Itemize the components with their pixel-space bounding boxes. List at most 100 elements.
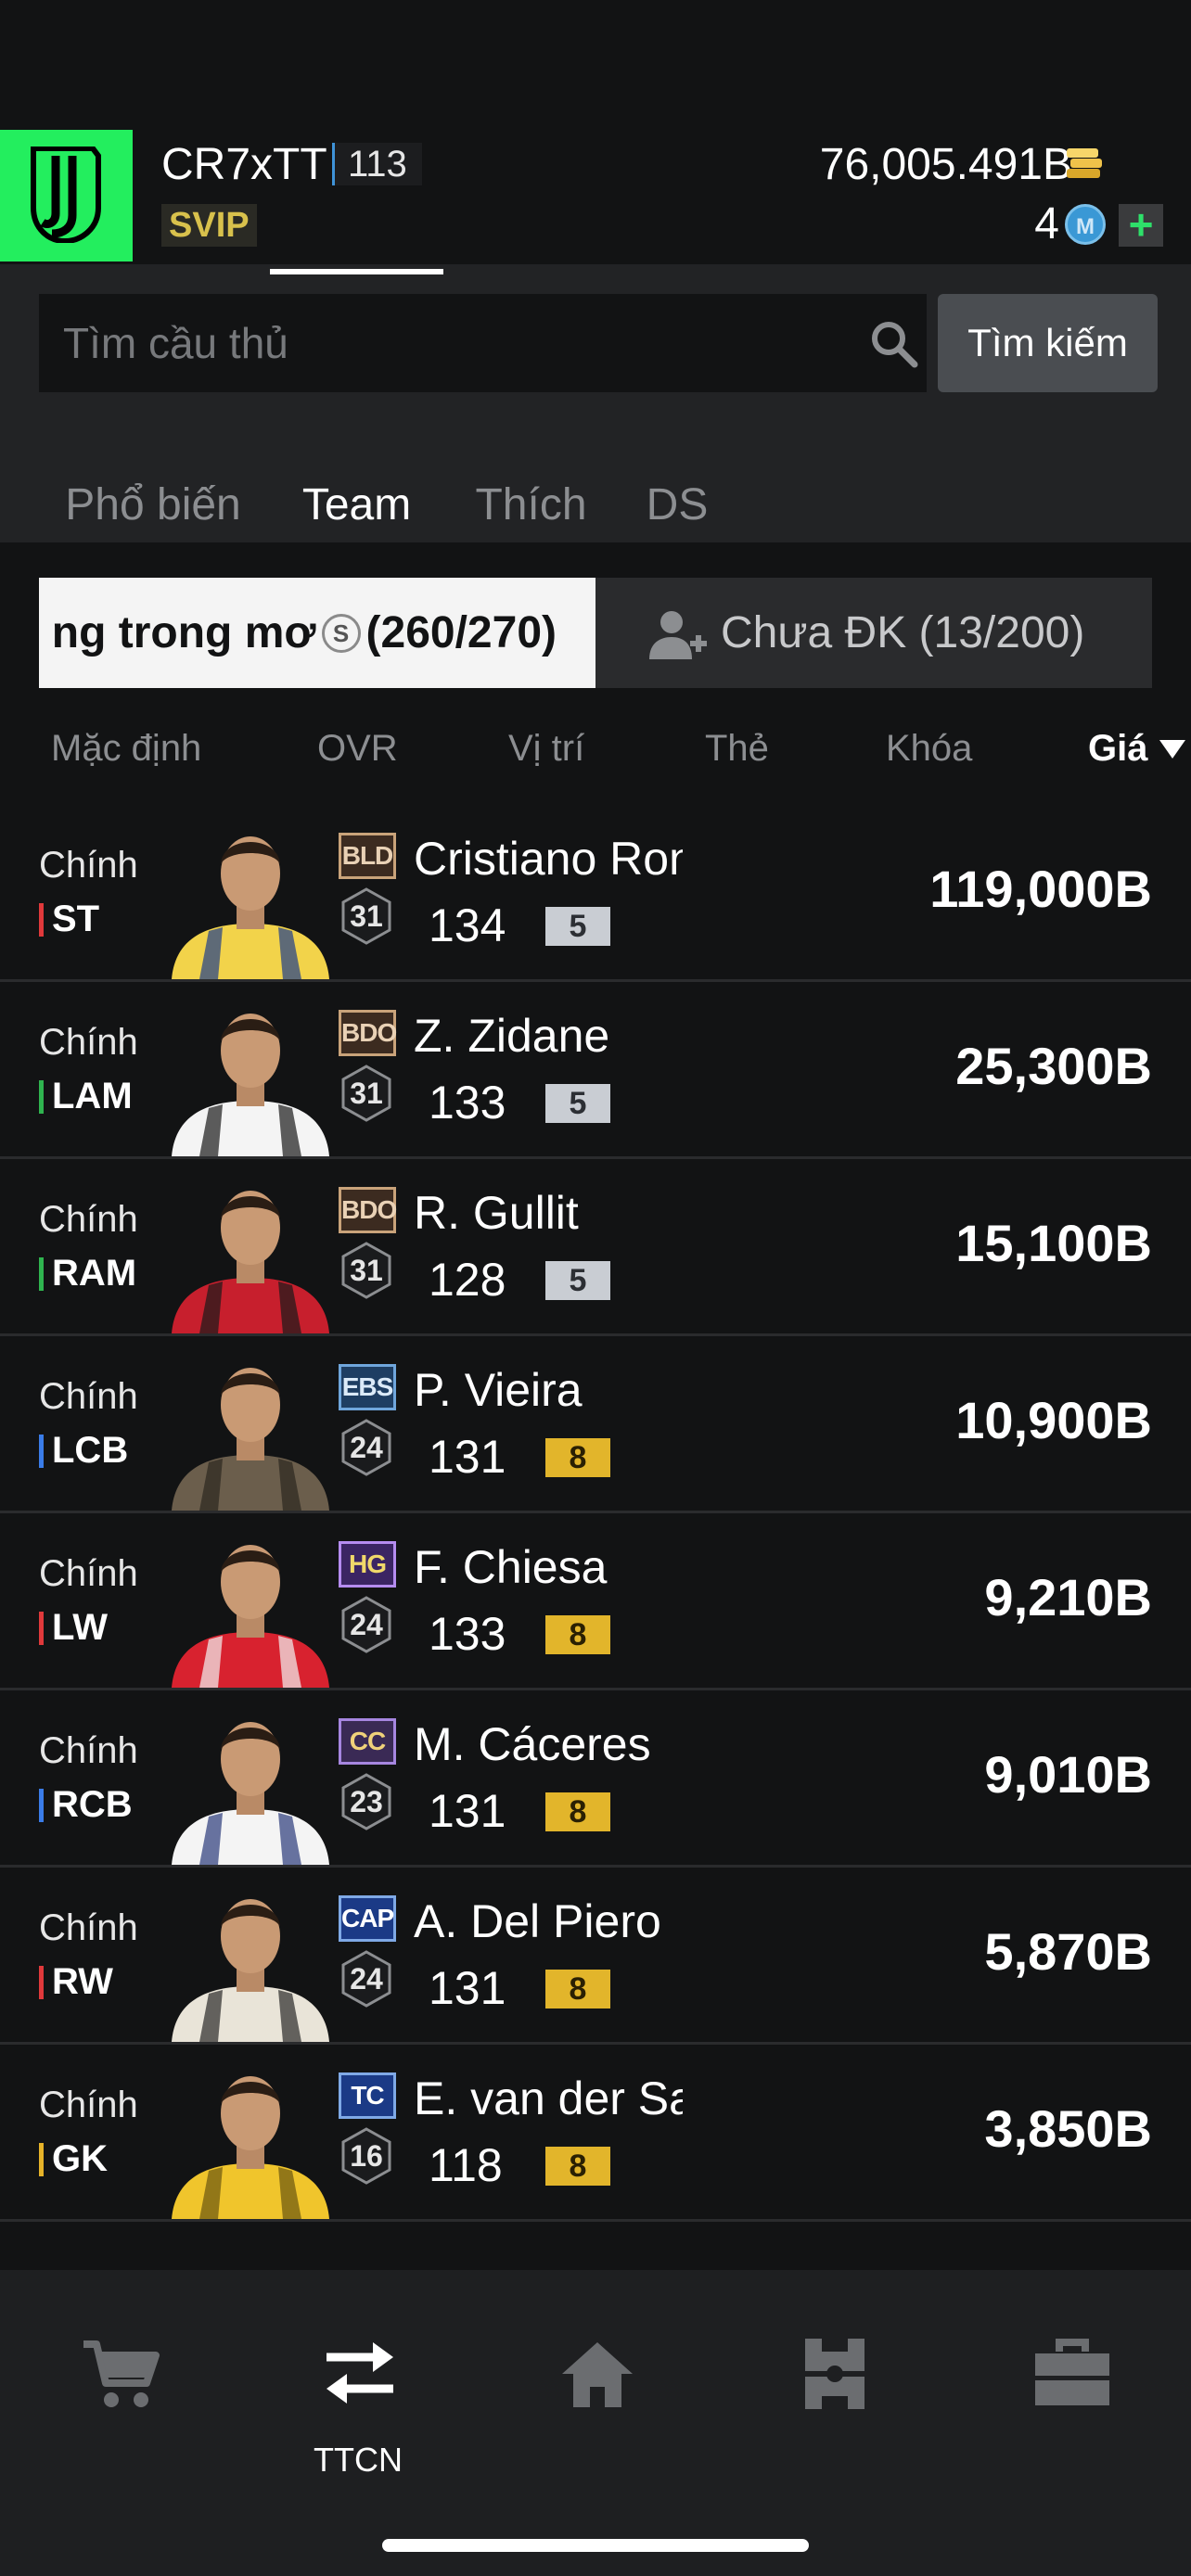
player-role: Chính <box>39 1907 138 1948</box>
player-ovr: 131 <box>429 1785 506 1837</box>
card-type-badge: CAP <box>339 1895 396 1942</box>
sort-position[interactable]: Vị trí <box>508 714 584 784</box>
active-tab-indicator <box>270 269 443 274</box>
player-row[interactable]: Chính LCB EBS 24 P. Vieira 131 8 10,900B <box>0 1336 1191 1513</box>
player-row[interactable]: Chính LW HG 24 F. Chiesa 133 8 9,210B <box>0 1513 1191 1690</box>
grade-value: 16 <box>350 2139 383 2173</box>
search-section: Tìm kiếm Phổ biến Team Thích DS <box>0 264 1191 542</box>
nav-home[interactable] <box>521 2326 670 2455</box>
player-ovr: 131 <box>429 1962 506 2014</box>
tab-team[interactable]: Team <box>270 436 443 542</box>
card-type-badge: EBS <box>339 1364 396 1410</box>
position-color-bar <box>39 1966 44 1999</box>
upgrade-level-badge: 8 <box>545 1438 610 1477</box>
player-portrait-icon <box>172 2076 329 2219</box>
player-position: RAM <box>39 1252 136 1294</box>
tab-popular[interactable]: Phổ biến <box>65 436 241 542</box>
position-color-bar <box>39 1080 44 1114</box>
player-role: Chính <box>39 1199 138 1240</box>
nav-transfer-label: TTCN <box>314 2441 403 2479</box>
player-price: 9,210B <box>984 1568 1152 1626</box>
sort-desc-icon[interactable] <box>1159 740 1185 759</box>
player-photo <box>172 993 329 1156</box>
player-row[interactable]: Chính LAM BDO 31 Z. Zidane 133 5 25,300B <box>0 982 1191 1159</box>
unregistered-chip[interactable]: Chưa ĐK (13/200) <box>596 578 1152 688</box>
sort-price[interactable]: Giá <box>1088 714 1147 784</box>
position-color-bar <box>39 1612 44 1645</box>
nav-shop[interactable] <box>45 2326 193 2455</box>
position-label: ST <box>52 899 100 939</box>
bottom-nav: TTCN <box>0 2270 1191 2576</box>
player-position: LW <box>39 1606 108 1649</box>
player-row[interactable]: Chính GK TC 16 E. van der Sar 118 8 3,85… <box>0 2045 1191 2222</box>
player-portrait-icon <box>172 1368 329 1511</box>
upgrade-level-badge: 5 <box>545 907 610 946</box>
player-position: RW <box>39 1960 113 2003</box>
tab-favorites[interactable]: Thích <box>468 436 594 542</box>
player-ovr: 133 <box>429 1608 506 1660</box>
player-row[interactable]: Chính RCB CC 23 M. Cáceres 131 8 9,010B <box>0 1690 1191 1868</box>
player-photo <box>172 1879 329 2042</box>
position-label: LAM <box>52 1076 133 1116</box>
player-ovr: 134 <box>429 899 506 951</box>
dream-team-chip[interactable]: ng trong mơ S (260/270) <box>39 578 596 688</box>
nav-club[interactable] <box>996 2326 1145 2455</box>
player-name: P. Vieira <box>414 1364 583 1416</box>
grade-value: 24 <box>350 1431 383 1464</box>
upgrade-level-badge: 8 <box>545 2147 610 2186</box>
upgrade-level-badge: 5 <box>545 1084 610 1123</box>
user-level: 113 <box>332 143 422 185</box>
club-logo[interactable] <box>0 130 133 261</box>
position-label: LCB <box>52 1430 129 1471</box>
dream-team-label: ng trong mơ <box>51 608 316 657</box>
coin-stack-icon <box>1067 148 1102 178</box>
player-row[interactable]: Chính ST BLD 31 Cristiano Ron 134 5 119,… <box>0 805 1191 982</box>
sort-default[interactable]: Mặc định <box>51 714 201 784</box>
nav-formation[interactable] <box>759 2326 907 2455</box>
player-position: ST <box>39 898 99 940</box>
grade-badge: 24 <box>339 1949 393 2009</box>
player-ovr: 133 <box>429 1077 506 1129</box>
player-photo <box>172 1170 329 1333</box>
player-portrait-icon <box>172 1722 329 1865</box>
position-label: GK <box>52 2138 108 2179</box>
player-position: GK <box>39 2137 108 2180</box>
sort-ovr[interactable]: OVR <box>317 714 398 784</box>
player-photo <box>172 1702 329 1865</box>
player-list: Chính ST BLD 31 Cristiano Ron 134 5 119,… <box>0 805 1191 2270</box>
s-currency-icon: S <box>321 614 361 653</box>
upgrade-level-badge: 8 <box>545 1615 610 1654</box>
position-color-bar <box>39 2143 44 2176</box>
player-row[interactable]: Chính RAM BDO 31 R. Gullit 128 5 15,100B <box>0 1159 1191 1336</box>
position-color-bar <box>39 1257 44 1291</box>
search-icon[interactable] <box>870 320 918 368</box>
player-role: Chính <box>39 845 138 886</box>
card-type-badge: HG <box>339 1541 396 1588</box>
player-portrait-icon <box>172 836 329 979</box>
player-ovr: 118 <box>429 2139 503 2191</box>
card-type-badge: CC <box>339 1718 396 1765</box>
player-photo <box>172 816 329 979</box>
add-currency-button[interactable]: + <box>1119 203 1163 247</box>
card-type-badge: TC <box>339 2072 396 2119</box>
sort-card[interactable]: Thẻ <box>705 714 769 784</box>
nav-transfer-market[interactable]: TTCN <box>284 2326 432 2479</box>
grade-value: 31 <box>350 1254 383 1287</box>
sort-bar: Mặc định OVR Vị trí Thẻ Khóa Giá <box>0 714 1191 784</box>
tab-bar: Phổ biến Team Thích DS <box>0 436 1191 542</box>
sort-lock[interactable]: Khóa <box>886 714 972 784</box>
player-row[interactable]: Chính RW CAP 24 A. Del Piero 131 8 5,870… <box>0 1868 1191 2045</box>
token-coin-icon: M <box>1065 204 1106 245</box>
home-icon <box>562 2342 633 2407</box>
tab-list[interactable]: DS <box>640 436 714 542</box>
search-button[interactable]: Tìm kiếm <box>938 294 1158 392</box>
player-portrait-icon <box>172 1899 329 2042</box>
player-price: 15,100B <box>955 1214 1152 1272</box>
search-box <box>39 294 927 392</box>
search-input[interactable] <box>39 294 837 392</box>
cart-icon <box>83 2340 160 2407</box>
coin-balance: 76,005.491B <box>819 140 1072 189</box>
grade-value: 24 <box>350 1962 383 1996</box>
player-position: LCB <box>39 1429 128 1472</box>
player-portrait-icon <box>172 1191 329 1333</box>
